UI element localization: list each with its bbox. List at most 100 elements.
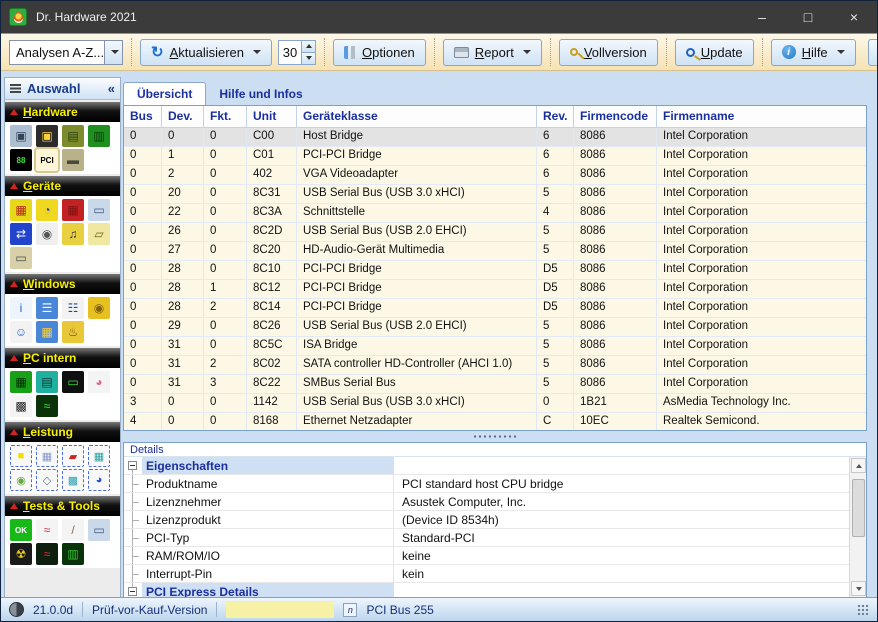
stepper-up-button[interactable] [302,41,315,52]
details-row[interactable]: LizenznehmerAsustek Computer, Inc. [124,493,866,511]
software-icon[interactable]: ▦ [36,321,58,343]
printer-icon[interactable]: ▭ [88,199,110,221]
table-row[interactable]: 3001142USB Serial Bus (USB 3.0 xHCI)01B2… [124,394,866,413]
analysis-combobox[interactable]: Analysen A-Z... [9,40,123,65]
scanner-icon[interactable]: ▱ [88,223,110,245]
table-row[interactable]: 02808C10PCI-PCI BridgeD58086Intel Corpor… [124,261,866,280]
table-row[interactable]: 02708C20HD-Audio-Gerät Multimedia58086In… [124,242,866,261]
sysinfo-icon[interactable]: i [10,297,32,319]
videocard-icon[interactable]: ▦ [62,199,84,221]
splitter-handle[interactable] [123,431,867,442]
interval-stepper[interactable]: 30 [278,40,316,65]
table-row[interactable]: 02608C2DUSB Serial Bus (USB 2.0 EHCI)580… [124,223,866,242]
tab-hilfe-und-infos[interactable]: Hilfe und Infos [206,82,315,105]
column-header-5[interactable]: Rev. [537,106,574,127]
selftest-icon[interactable]: OK [10,519,32,541]
details-row[interactable]: ProduktnamePCI standard host CPU bridge [124,475,866,493]
ports-icon[interactable]: ▦ [10,199,32,221]
column-header-1[interactable]: Dev. [162,106,204,127]
table-row[interactable]: 03128C02SATA controller HD-Controller (A… [124,356,866,375]
multimedia-icon[interactable]: ♫ [62,223,84,245]
partitions-icon[interactable]: ◕ [88,371,110,393]
bench-video-icon[interactable]: ◇ [36,469,58,491]
table-row[interactable]: 010C01PCI-PCI Bridge68086Intel Corporati… [124,147,866,166]
bench-network-icon[interactable]: ▩ [62,469,84,491]
options-button[interactable]: Optionen [333,39,426,66]
pci-icon[interactable]: PCI [36,149,58,171]
sensors-icon[interactable]: ≈ [36,543,58,565]
resources-icon[interactable]: ▤ [36,371,58,393]
drives-icon[interactable]: ◔ [36,199,58,221]
memory-icon[interactable]: ▥ [88,125,110,147]
chipset-icon[interactable]: ▦ [10,371,32,393]
cmos-icon[interactable]: ▭ [62,371,84,393]
burnin-icon[interactable]: ☢ [10,543,32,565]
resize-grip-icon[interactable] [857,604,869,616]
details-row[interactable]: Lizenzprodukt(Device ID 8534h) [124,511,866,529]
screentest-icon[interactable]: ▭ [88,519,110,541]
tab-uebersicht[interactable]: Übersicht [123,82,206,105]
table-row[interactable]: 020402VGA Videoadapter68086Intel Corpora… [124,166,866,185]
monitoring-icon[interactable]: ≈ [36,395,58,417]
bench-cpu-icon[interactable]: ■ [10,445,32,467]
security-icon[interactable]: ◉ [88,297,110,319]
column-header-3[interactable]: Unit [247,106,297,127]
column-header-0[interactable]: Bus [124,106,162,127]
benchmark-icon[interactable]: / [62,519,84,541]
table-row[interactable]: 03138C22SMBus Serial Bus58086Intel Corpo… [124,375,866,394]
memtest-icon[interactable]: ▥ [62,543,84,565]
details-row[interactable]: PCI-TypStandard-PCI [124,529,866,547]
table-row[interactable]: 02008C31USB Serial Bus (USB 3.0 xHCI)580… [124,185,866,204]
section-header-hardware[interactable]: Hardware [5,102,120,122]
mouse-icon[interactable]: ◉ [36,223,58,245]
table-row[interactable]: 4008168Ethernet NetzadapterC10ECRealtek … [124,413,866,431]
system-icon[interactable]: ▣ [10,125,32,147]
collapse-icon[interactable] [128,461,137,470]
column-header-2[interactable]: Fkt. [204,106,247,127]
details-row[interactable]: Eigenschaften [124,457,866,475]
details-row[interactable]: PCI Express Details [124,583,866,597]
bench-memory-icon[interactable]: ▰ [62,445,84,467]
update-button[interactable]: Update [675,39,754,66]
scroll-up-button[interactable] [851,458,866,473]
column-header-6[interactable]: Firmencode [574,106,657,127]
table-row[interactable]: 000C00Host Bridge68086Intel Corporation [124,128,866,147]
bench-disk-icon[interactable]: ▦ [88,445,110,467]
network-icon[interactable]: ♨ [62,321,84,343]
minimize-button[interactable]: – [739,1,785,33]
bench-cd-icon[interactable]: ◉ [10,469,32,491]
combobox-dropdown-button[interactable] [104,41,122,64]
cpu-icon[interactable]: ▣ [36,125,58,147]
monitor-icon[interactable]: ▭ [10,247,32,269]
table-row[interactable]: 02208C3ASchnittstelle48086Intel Corporat… [124,204,866,223]
column-header-4[interactable]: Geräteklasse [297,106,537,127]
refresh-button[interactable]: ↻ Aktualisieren [140,39,272,66]
details-row[interactable]: Interrupt-Pinkein [124,565,866,583]
report-button[interactable]: Report [443,39,542,66]
table-row[interactable]: 02908C26USB Serial Bus (USB 2.0 EHCI)580… [124,318,866,337]
collapse-icon[interactable] [128,587,137,596]
table-row[interactable]: 03108C5CISA Bridge58086Intel Corporation [124,337,866,356]
details-scrollbar[interactable] [849,457,866,597]
scrollbar-thumb[interactable] [852,479,865,537]
systemsettings-icon[interactable]: ☰ [36,297,58,319]
help-button[interactable]: i Hilfe [771,39,856,66]
collapse-sidebar-button[interactable]: « [108,81,115,96]
section-header-windows[interactable]: Windows [5,274,120,294]
bench-overall-icon[interactable]: ◕ [88,469,110,491]
fullversion-button[interactable]: Vollversion [559,39,658,66]
eprom-icon[interactable]: ▬ [62,149,84,171]
table-row[interactable]: 02818C12PCI-PCI BridgeD58086Intel Corpor… [124,280,866,299]
table-row[interactable]: 02828C14PCI-PCI BridgeD58086Intel Corpor… [124,299,866,318]
maximize-button[interactable]: □ [785,1,831,33]
stepper-down-button[interactable] [302,52,315,64]
close-button[interactable]: × [831,1,877,33]
details-row[interactable]: RAM/ROM/IOkeine [124,547,866,565]
diagrams-icon[interactable]: ≈ [36,519,58,541]
usb-icon[interactable]: ⇄ [10,223,32,245]
exit-button[interactable]: Ende [868,39,878,66]
interrupts-icon[interactable]: ▩ [10,395,32,417]
users-icon[interactable]: ☺ [10,321,32,343]
mainboard-icon[interactable]: ▤ [62,125,84,147]
scroll-down-button[interactable] [851,581,866,596]
